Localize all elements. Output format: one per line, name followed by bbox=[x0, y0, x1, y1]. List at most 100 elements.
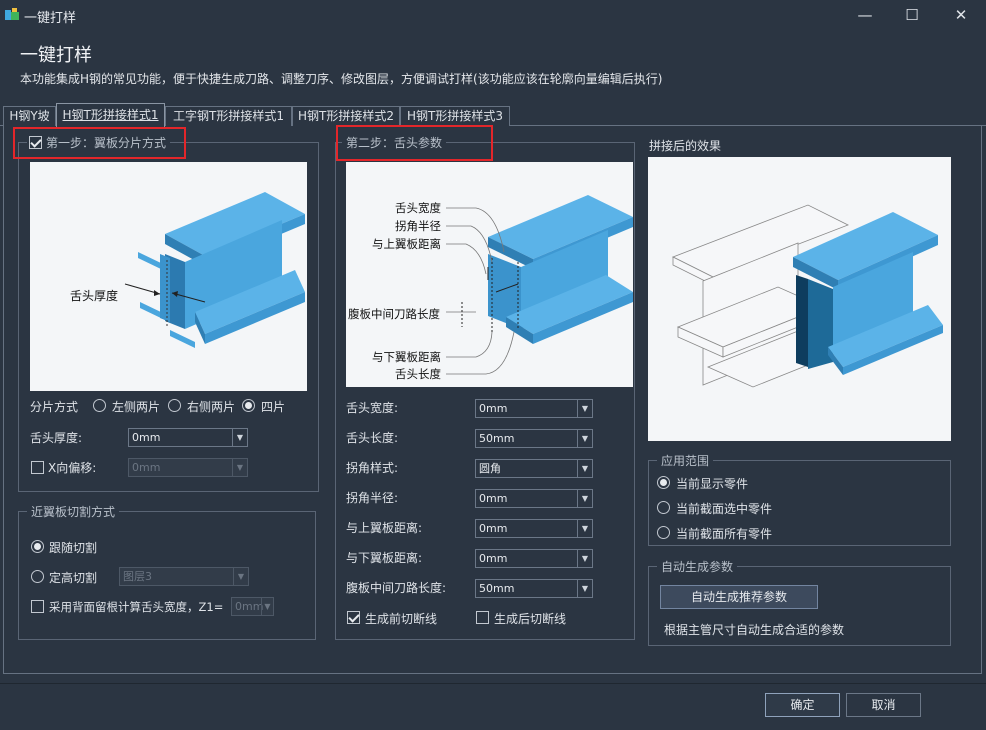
highlight-box-step1 bbox=[13, 127, 186, 159]
chevron-down-icon: ▼ bbox=[233, 568, 248, 585]
pre-cut-label: 生成前切断线 bbox=[365, 612, 438, 626]
fixed-height-cut-radio[interactable] bbox=[31, 570, 44, 583]
follow-cut-radio[interactable] bbox=[31, 540, 44, 553]
top-flange-distance-combo[interactable]: 0mm ▼ bbox=[475, 519, 593, 538]
tab-label: H钢T形拼接样式3 bbox=[407, 109, 503, 123]
diagram-web-path-length-label: 腹板中间刀路长度 bbox=[348, 307, 440, 321]
page-description: 本功能集成H钢的常见功能，便于快捷生成刀路、调整刀序、修改图层，方便调试打样(该… bbox=[20, 72, 663, 86]
scope-legend: 应用范围 bbox=[657, 452, 714, 469]
chevron-down-icon: ▼ bbox=[261, 598, 273, 615]
x-offset-combo[interactable]: 0mm ▼ bbox=[128, 458, 248, 477]
minimize-button[interactable]: — bbox=[850, 4, 880, 26]
split-left-two-label: 左侧两片 bbox=[112, 400, 161, 414]
scope-all-radio[interactable] bbox=[657, 526, 670, 539]
bottom-flange-distance-value: 0mm bbox=[479, 552, 508, 565]
scope-all-label: 当前截面所有零件 bbox=[676, 527, 773, 541]
result-preview bbox=[648, 157, 951, 441]
auto-legend: 自动生成参数 bbox=[657, 558, 738, 575]
split-right-two-radio[interactable] bbox=[168, 399, 181, 412]
top-flange-distance-value: 0mm bbox=[479, 522, 508, 535]
tab-h-steel-t-style-2[interactable]: H钢T形拼接样式2 bbox=[292, 106, 400, 126]
auto-hint: 根据主管尺寸自动生成合适的参数 bbox=[664, 623, 845, 637]
tab-label: H钢T形拼接样式1 bbox=[62, 108, 159, 122]
tongue-thickness-label: 舌头厚度: bbox=[30, 431, 83, 445]
split-right-two-label: 右侧两片 bbox=[187, 400, 236, 414]
corner-radius-value: 0mm bbox=[479, 492, 508, 505]
tongue-thickness-value: 0mm bbox=[132, 431, 161, 444]
h-beam-split-illustration: 舌头厚度 bbox=[30, 162, 307, 391]
window-title: 一键打样 bbox=[24, 11, 77, 26]
corner-style-combo[interactable]: 圆角 ▼ bbox=[475, 459, 593, 478]
layer-value: 图层3 bbox=[123, 570, 152, 583]
param-label: 拐角半径: bbox=[346, 491, 399, 505]
web-path-length-combo[interactable]: 50mm ▼ bbox=[475, 579, 593, 598]
near-flange-legend: 近翼板切割方式 bbox=[27, 503, 120, 520]
scope-current-display-radio[interactable] bbox=[657, 476, 670, 489]
joined-beam-illustration bbox=[648, 157, 951, 441]
result-label: 拼接后的效果 bbox=[649, 139, 722, 153]
ok-button[interactable]: 确定 bbox=[765, 693, 840, 717]
z1-value: 0mm bbox=[235, 600, 264, 613]
split-left-two-radio[interactable] bbox=[93, 399, 106, 412]
page-title: 一键打样 bbox=[20, 45, 92, 66]
z1-combo[interactable]: 0mm ▼ bbox=[231, 597, 274, 616]
x-offset-checkbox[interactable] bbox=[31, 461, 44, 474]
chevron-down-icon: ▼ bbox=[232, 459, 247, 476]
tab-h-steel-y-bevel[interactable]: H钢Y坡 bbox=[3, 106, 56, 126]
tongue-length-value: 50mm bbox=[479, 432, 515, 445]
tongue-width-value: 0mm bbox=[479, 402, 508, 415]
diagram-tongue-thickness-label: 舌头厚度 bbox=[70, 288, 118, 303]
app-icon bbox=[5, 8, 19, 20]
step2-diagram: 舌头宽度 拐角半径 与上翼板距离 腹板中间刀路长度 与下翼板距离 舌头长度 bbox=[346, 162, 633, 387]
x-offset-label: X向偏移: bbox=[48, 461, 97, 475]
bottom-flange-distance-combo[interactable]: 0mm ▼ bbox=[475, 549, 593, 568]
diagram-bottom-flange-distance-label: 与下翼板距离 bbox=[372, 350, 441, 364]
tab-i-beam-t-style-1[interactable]: 工字钢T形拼接样式1 bbox=[165, 106, 292, 126]
corner-radius-combo[interactable]: 0mm ▼ bbox=[475, 489, 593, 508]
scope-selected-radio[interactable] bbox=[657, 501, 670, 514]
fixed-height-cut-label: 定高切割 bbox=[49, 571, 98, 585]
diagram-top-flange-distance-label: 与上翼板距离 bbox=[372, 237, 441, 251]
split-four-radio[interactable] bbox=[242, 399, 255, 412]
follow-cut-label: 跟随切割 bbox=[49, 541, 98, 555]
tongue-parameter-illustration: 舌头宽度 拐角半径 与上翼板距离 腹板中间刀路长度 与下翼板距离 舌头长度 bbox=[346, 162, 633, 387]
diagram-tongue-length-label: 舌头长度 bbox=[395, 367, 441, 381]
tab-h-steel-t-style-3[interactable]: H钢T形拼接样式3 bbox=[400, 106, 510, 126]
highlight-box-step2 bbox=[336, 125, 493, 161]
chevron-down-icon: ▼ bbox=[577, 460, 592, 477]
corner-style-value: 圆角 bbox=[479, 462, 501, 475]
step1-diagram: 舌头厚度 bbox=[30, 162, 307, 391]
diagram-corner-radius-label: 拐角半径 bbox=[395, 219, 441, 233]
tongue-thickness-combo[interactable]: 0mm ▼ bbox=[128, 428, 248, 447]
back-root-label: 采用背面留根计算舌头宽度，Z1= bbox=[49, 600, 224, 614]
web-path-length-value: 50mm bbox=[479, 582, 515, 595]
chevron-down-icon: ▼ bbox=[577, 430, 592, 447]
tab-h-steel-t-style-1[interactable]: H钢T形拼接样式1 bbox=[56, 103, 165, 127]
footer-divider bbox=[0, 683, 986, 684]
post-cut-checkbox[interactable] bbox=[476, 611, 489, 624]
param-label: 拐角样式: bbox=[346, 461, 399, 475]
back-root-checkbox[interactable] bbox=[31, 600, 44, 613]
auto-generate-button[interactable]: 自动生成推荐参数 bbox=[660, 585, 818, 609]
chevron-down-icon: ▼ bbox=[577, 520, 592, 537]
pre-cut-checkbox[interactable] bbox=[347, 611, 360, 624]
tongue-length-combo[interactable]: 50mm ▼ bbox=[475, 429, 593, 448]
tongue-width-combo[interactable]: 0mm ▼ bbox=[475, 399, 593, 418]
tab-label: H钢Y坡 bbox=[9, 109, 50, 123]
layer-combo[interactable]: 图层3 ▼ bbox=[119, 567, 249, 586]
scope-selected-label: 当前截面选中零件 bbox=[676, 502, 773, 516]
scope-current-display-label: 当前显示零件 bbox=[676, 477, 749, 491]
maximize-button[interactable]: ☐ bbox=[897, 4, 927, 26]
title-bar: 一键打样 — ☐ ✕ bbox=[0, 0, 986, 31]
split-method-label: 分片方式 bbox=[30, 400, 79, 414]
param-label: 舌头宽度: bbox=[346, 401, 399, 415]
chevron-down-icon: ▼ bbox=[577, 550, 592, 567]
chevron-down-icon: ▼ bbox=[577, 490, 592, 507]
cancel-button[interactable]: 取消 bbox=[846, 693, 921, 717]
tab-label: H钢T形拼接样式2 bbox=[298, 109, 394, 123]
close-button[interactable]: ✕ bbox=[946, 4, 976, 26]
post-cut-label: 生成后切断线 bbox=[494, 612, 567, 626]
chevron-down-icon: ▼ bbox=[577, 580, 592, 597]
x-offset-value: 0mm bbox=[132, 461, 161, 474]
tab-bar: H钢Y坡 H钢T形拼接样式1 工字钢T形拼接样式1 H钢T形拼接样式2 H钢T形… bbox=[0, 100, 986, 127]
